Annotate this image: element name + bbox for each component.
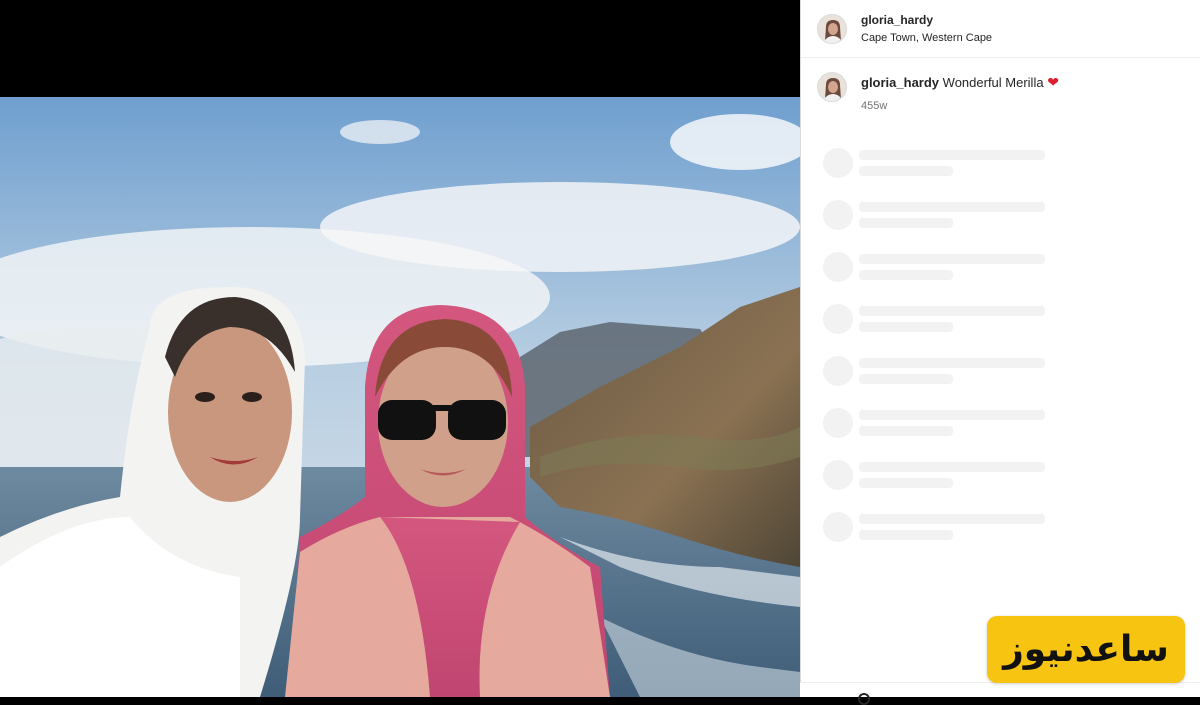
skeleton-avatar	[823, 304, 853, 334]
like-icon[interactable]	[858, 693, 870, 705]
caption-author-avatar[interactable]	[817, 72, 847, 102]
skeleton-line	[859, 514, 1045, 524]
heart-icon: ❤	[1047, 74, 1059, 90]
actions-bar	[800, 682, 1200, 705]
skeleton-line	[859, 426, 953, 436]
author-avatar[interactable]	[817, 13, 847, 44]
watermark-logo: ساعدنیوز	[987, 616, 1185, 683]
caption-username[interactable]: gloria_hardy	[861, 75, 939, 90]
skeleton-row	[823, 460, 1045, 512]
skeleton-avatar	[823, 356, 853, 386]
skeleton-row	[823, 408, 1045, 460]
caption-timestamp[interactable]: 455w	[861, 100, 1059, 112]
skeleton-line	[859, 166, 953, 176]
caption-comment: gloria_hardy Wonderful Merilla ❤ 455w	[801, 58, 1200, 112]
skeleton-row	[823, 304, 1045, 356]
skeleton-row	[823, 148, 1045, 200]
skeleton-line	[859, 462, 1045, 472]
watermark-text: ساعدنیوز	[1003, 629, 1169, 670]
skeleton-avatar	[823, 148, 853, 178]
skeleton-avatar	[823, 460, 853, 490]
skeleton-line	[859, 254, 1045, 264]
post-location[interactable]: Cape Town, Western Cape	[861, 32, 992, 44]
author-username[interactable]: gloria_hardy	[861, 13, 992, 27]
post-side-panel: gloria_hardy Cape Town, Western Cape glo…	[800, 0, 1200, 697]
caption-text: Wonderful Merilla	[942, 75, 1044, 90]
skeleton-line	[859, 306, 1045, 316]
skeleton-line	[859, 150, 1045, 160]
post-viewer: gloria_hardy Cape Town, Western Cape glo…	[0, 0, 1200, 705]
skeleton-avatar	[823, 408, 853, 438]
skeleton-avatar	[823, 252, 853, 282]
skeleton-line	[859, 478, 953, 488]
post-media-area	[0, 0, 800, 697]
skeleton-row	[823, 252, 1045, 304]
skeleton-line	[859, 202, 1045, 212]
post-header: gloria_hardy Cape Town, Western Cape	[801, 0, 1200, 58]
caption-text-line: gloria_hardy Wonderful Merilla ❤	[861, 74, 1059, 91]
skeleton-row	[823, 512, 1045, 564]
skeleton-avatar	[823, 200, 853, 230]
skeleton-line	[859, 218, 953, 228]
skeleton-line	[859, 358, 1045, 368]
skeleton-row	[823, 200, 1045, 252]
skeleton-line	[859, 322, 953, 332]
skeleton-row	[823, 356, 1045, 408]
comments-loading-skeleton	[823, 148, 1045, 564]
skeleton-line	[859, 270, 953, 280]
skeleton-line	[859, 374, 953, 384]
skeleton-line	[859, 410, 1045, 420]
post-photo[interactable]	[0, 97, 800, 697]
skeleton-avatar	[823, 512, 853, 542]
skeleton-line	[859, 530, 953, 540]
